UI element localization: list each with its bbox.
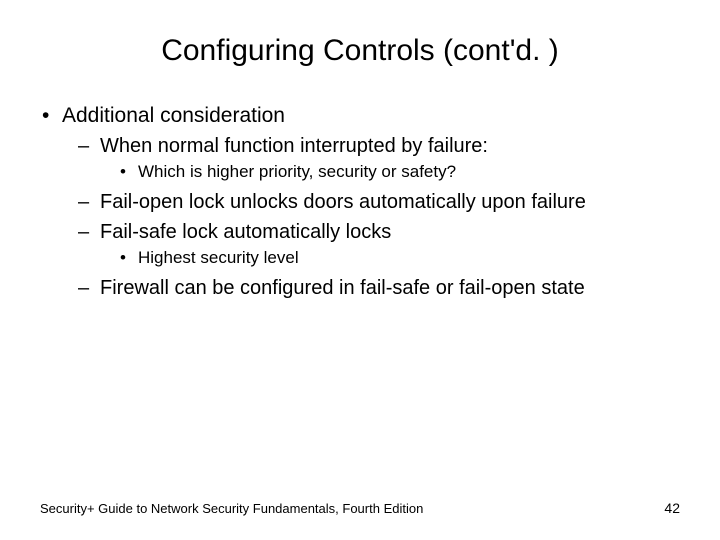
bullet-l2: Firewall can be configured in fail-safe …: [62, 275, 680, 301]
footer: Security+ Guide to Network Security Fund…: [40, 500, 680, 516]
bullet-l1: Additional consideration When normal fun…: [40, 102, 680, 301]
bullet-l2b-text: Fail-open lock unlocks doors automatical…: [100, 191, 586, 213]
page-number: 42: [664, 500, 680, 516]
slide: Configuring Controls (cont'd. ) Addition…: [0, 0, 720, 540]
bullet-l2: When normal function interrupted by fail…: [62, 133, 680, 183]
bullet-l2: Fail-safe lock automatically locks Highe…: [62, 219, 680, 269]
bullet-l1-text: Additional consideration: [62, 104, 285, 127]
bullet-l3: Highest security level: [100, 247, 680, 269]
bullet-l2a-text: When normal function interrupted by fail…: [100, 135, 488, 157]
bullet-l3b-text: Highest security level: [138, 248, 299, 267]
bullet-l3a-text: Which is higher priority, security or sa…: [138, 162, 456, 181]
bullet-l2c-text: Fail-safe lock automatically locks: [100, 221, 391, 243]
slide-title: Configuring Controls (cont'd. ): [40, 34, 680, 68]
bullet-l2: Fail-open lock unlocks doors automatical…: [62, 189, 680, 215]
bullet-l2d-text: Firewall can be configured in fail-safe …: [100, 277, 585, 299]
slide-content: Additional consideration When normal fun…: [40, 102, 680, 301]
bullet-l3: Which is higher priority, security or sa…: [100, 161, 680, 183]
footer-text: Security+ Guide to Network Security Fund…: [40, 501, 423, 516]
